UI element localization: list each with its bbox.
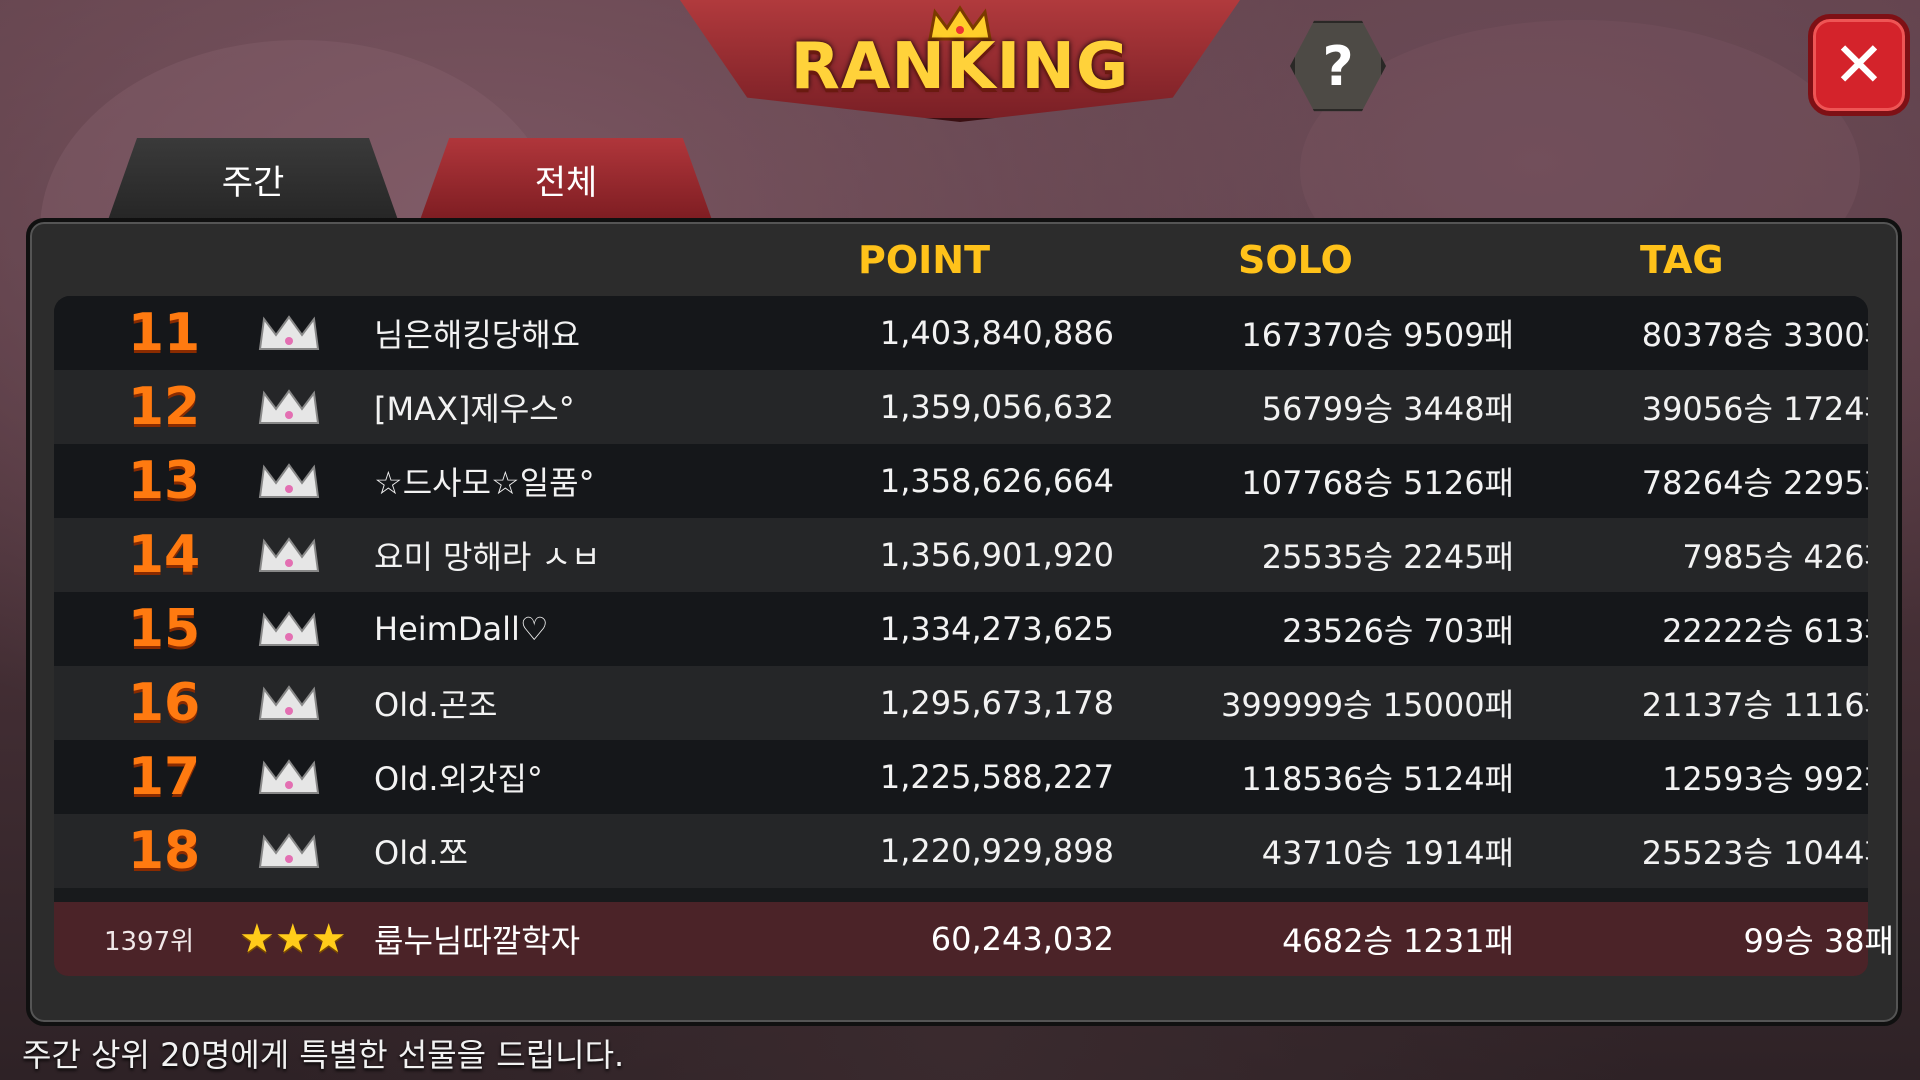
footer-note: 주간 상위 20명에게 특별한 선물을 드립니다. [22, 1036, 625, 1074]
rank-number: 14 [127, 525, 201, 585]
crown-badge-icon [258, 315, 320, 350]
table-row[interactable]: 15 HeimDall♡ 1,334,273,625 23526승 703패 2… [54, 592, 1868, 666]
table-row[interactable]: 14 요미 망해라 ㅅㅂ 1,356,901,920 25535승 2245패 … [54, 518, 1868, 592]
tag-record: 22222승 613패 [1662, 612, 1868, 650]
table-row[interactable]: 16 Old.곤조 1,295,673,178 399999승 15000패 2… [54, 666, 1868, 740]
close-icon: ✕ [1833, 28, 1885, 101]
crown-badge-icon [258, 833, 320, 868]
tag-record: 39056승 1724패 [1641, 390, 1868, 428]
rank-number: 12 [127, 377, 201, 437]
crown-badge-icon [258, 759, 320, 794]
rank-number: 18 [127, 821, 201, 881]
rank-number: 13 [127, 451, 201, 511]
player-name: 님은해킹당해요 [374, 316, 581, 354]
rank-number: 17 [127, 747, 201, 807]
tag-record: 21137승 1116패 [1641, 686, 1868, 724]
question-icon: ? [1322, 34, 1354, 98]
tab-weekly[interactable]: 주간 [108, 138, 398, 220]
point-value: 1,220,929,898 [879, 832, 1114, 870]
solo-record: 43710승 1914패 [1261, 834, 1514, 872]
point-value: 1,225,588,227 [879, 758, 1114, 796]
my-point-value: 60,243,032 [930, 920, 1114, 958]
my-solo-record: 4682승 1231패 [1282, 922, 1514, 960]
solo-record: 399999승 15000패 [1220, 686, 1514, 724]
point-value: 1,403,840,886 [879, 314, 1114, 352]
point-value: 1,356,901,920 [879, 536, 1114, 574]
player-name: 요미 망해라 ㅅㅂ [374, 538, 601, 576]
rank-number: 15 [127, 599, 201, 659]
three-stars-icon: ★★★ [239, 916, 347, 962]
player-name: Old.곤조 [374, 686, 498, 724]
my-tag-record: 99승 38패 [1743, 922, 1895, 960]
tab-weekly-label: 주간 [221, 162, 285, 203]
table-row[interactable]: 18 Old.쪼 1,220,929,898 43710승 1914패 2552… [54, 814, 1868, 888]
rank-number: 16 [127, 673, 201, 733]
tag-record: 25523승 1044패 [1641, 834, 1868, 872]
ranking-table[interactable]: 11 님은해킹당해요 1,403,840,886 167370승 9509패 8… [54, 296, 1868, 976]
my-rank-row[interactable]: 1397위 ★★★ 룹누님따깔학자 60,243,032 4682승 1231패… [54, 902, 1894, 976]
point-value: 1,334,273,625 [879, 610, 1114, 648]
solo-record: 56799승 3448패 [1261, 390, 1514, 428]
column-header-tag: TAG [1640, 238, 1724, 282]
player-name: Old.쪼 [374, 834, 469, 872]
tag-record: 12593승 992패 [1662, 760, 1868, 798]
my-player-name: 룹누님따깔학자 [374, 922, 581, 960]
tag-record: 80378승 3300패 [1641, 316, 1868, 354]
crown-badge-icon [258, 537, 320, 572]
tab-all[interactable]: 전체 [420, 138, 712, 220]
solo-record: 167370승 9509패 [1241, 316, 1514, 354]
point-value: 1,358,626,664 [879, 462, 1114, 500]
table-row[interactable]: 13 ☆드사모☆일품° 1,358,626,664 107768승 5126패 … [54, 444, 1868, 518]
crown-badge-icon [258, 685, 320, 720]
solo-record: 23526승 703패 [1282, 612, 1514, 650]
close-button[interactable]: ✕ [1808, 14, 1910, 116]
player-name: [MAX]제우스° [374, 390, 575, 428]
rank-number: 11 [127, 303, 201, 363]
solo-record: 118536승 5124패 [1241, 760, 1514, 798]
table-row[interactable]: 12 [MAX]제우스° 1,359,056,632 56799승 3448패 … [54, 370, 1868, 444]
table-row[interactable]: 11 님은해킹당해요 1,403,840,886 167370승 9509패 8… [54, 296, 1868, 370]
player-name: ☆드사모☆일품° [374, 464, 595, 502]
column-header-solo: SOLO [1238, 238, 1353, 282]
my-rank-number: 1397위 [103, 926, 195, 957]
column-header-point: POINT [858, 238, 991, 282]
tab-all-label: 전체 [534, 162, 598, 203]
crown-badge-icon [258, 389, 320, 424]
point-value: 1,295,673,178 [879, 684, 1114, 722]
crown-badge-icon [258, 611, 320, 646]
player-name: Old.외갓집° [374, 760, 543, 798]
point-value: 1,359,056,632 [879, 388, 1114, 426]
page-title: RANKING [790, 30, 1130, 104]
solo-record: 107768승 5126패 [1241, 464, 1514, 502]
solo-record: 25535승 2245패 [1261, 538, 1514, 576]
tag-record: 78264승 2295패 [1641, 464, 1868, 502]
crown-badge-icon [258, 463, 320, 498]
table-row[interactable]: 17 Old.외갓집° 1,225,588,227 118536승 5124패 … [54, 740, 1868, 814]
player-name: HeimDall♡ [374, 610, 549, 648]
tag-record: 7985승 426패 [1682, 538, 1868, 576]
